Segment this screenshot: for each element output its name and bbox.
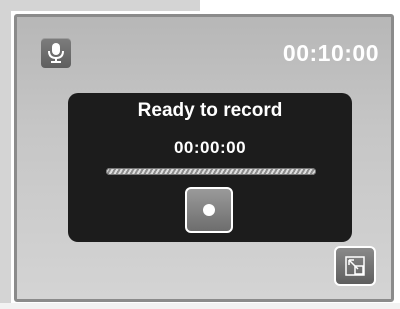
resize-icon <box>345 256 365 276</box>
left-edge-strip <box>0 0 11 309</box>
record-dot-icon <box>203 204 215 216</box>
resize-button[interactable] <box>334 246 376 286</box>
status-text: Ready to record <box>137 100 283 121</box>
recorder-box: Ready to record 00:00:00 <box>68 93 352 242</box>
microphone-glyph <box>48 43 64 63</box>
record-button[interactable] <box>185 187 233 233</box>
recorder-screen: 00:10:00 Ready to record 00:00:00 <box>0 0 400 309</box>
recorder-panel: 00:10:00 Ready to record 00:00:00 <box>14 14 394 302</box>
total-time-label: 00:10:00 <box>282 40 379 66</box>
bottom-edge-strip <box>0 303 400 309</box>
elapsed-time: 00:00:00 <box>173 138 247 157</box>
top-edge-strip <box>0 0 200 11</box>
recording-progress-bar <box>106 168 316 175</box>
microphone-icon <box>41 38 71 68</box>
